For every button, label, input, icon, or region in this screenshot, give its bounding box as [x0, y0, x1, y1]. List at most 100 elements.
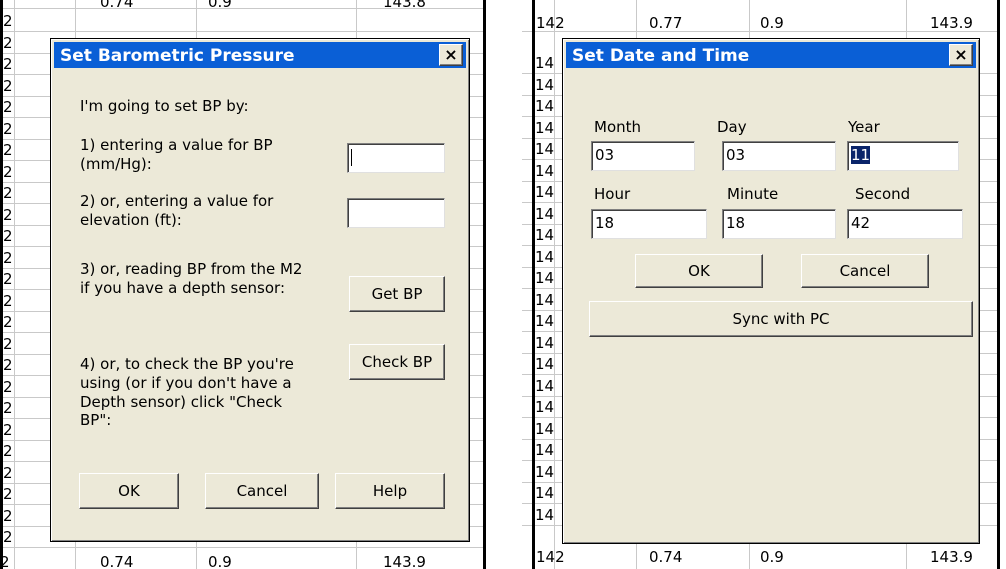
row-number-cell: 2: [3, 248, 13, 267]
row-number-cell: 14: [535, 226, 555, 244]
grid-line: [0, 547, 486, 548]
year-label: Year: [848, 118, 880, 136]
cancel-button[interactable]: Cancel: [801, 254, 929, 288]
row-number-cell: 2: [3, 442, 13, 460]
close-button[interactable]: ×: [949, 44, 973, 66]
cancel-button[interactable]: Cancel: [205, 473, 319, 509]
row-number-cell: 14: [535, 398, 555, 416]
row-number-cell: 14: [535, 376, 555, 395]
close-icon: ×: [954, 45, 968, 64]
row-number-cell: 14: [535, 269, 555, 287]
row-number-cell: 2: [3, 141, 13, 159]
month-input[interactable]: 03: [591, 141, 695, 171]
cell: 0.74: [100, 553, 134, 569]
left-spreadsheet-panel: 0.74 0.9 143.8 2 2 2 2 2 2 2 2 2 2 2 2 2 2 2 2 2 2 2 2 2 2 2 2 2…: [0, 0, 486, 569]
option4-label: BP":: [80, 411, 112, 429]
elevation-input[interactable]: [347, 198, 445, 228]
minute-label: Minute: [727, 185, 779, 203]
cell: 143.9: [930, 548, 973, 566]
row-number-cell: 2: [3, 184, 13, 202]
check-bp-button[interactable]: Check BP: [349, 344, 445, 380]
set-barometric-pressure-dialog: Set Barometric Pressure × I'm going to s…: [50, 38, 470, 542]
cell: 0.74: [649, 548, 683, 566]
row-number-cell: 2: [3, 485, 13, 503]
selected-text: 11: [851, 146, 871, 164]
cell: 143.9: [930, 14, 973, 32]
row-number-cell: 14: [535, 247, 555, 266]
option4-label: using (or if you don't have a: [80, 374, 292, 392]
row-number-cell: 14: [535, 312, 555, 330]
cell: 0.74: [100, 0, 134, 11]
row-number-cell: 2: [3, 506, 13, 525]
option4-label: Depth sensor) click "Check: [80, 393, 283, 411]
row-number-cell: 2: [3, 55, 13, 73]
dialog-titlebar[interactable]: Set Barometric Pressure ×: [54, 42, 466, 68]
row-number-cell: 2: [3, 162, 13, 181]
right-spreadsheet-panel: 142 0.77 0.9 143.9 14 14 14 14 14 14 14 14 14 14 1…: [522, 0, 1000, 569]
second-input[interactable]: 42: [847, 209, 963, 239]
row-number-cell: 2: [3, 377, 13, 396]
option3-label: 3) or, reading BP from the M2: [80, 260, 303, 278]
dialog-title: Set Barometric Pressure: [60, 46, 295, 66]
row-number-cell: 2: [3, 356, 13, 374]
row-number-cell: 14: [535, 140, 555, 158]
frame-edge: [532, 0, 535, 569]
row-number-cell: 2: [3, 227, 13, 245]
year-input[interactable]: 11: [847, 141, 959, 171]
row-number-cell: 2: [3, 270, 13, 288]
frame-edge: [483, 0, 486, 569]
frame-edge: [0, 0, 3, 569]
row-number-cell: 14: [535, 419, 555, 438]
row-number-cell: 14: [535, 97, 555, 115]
second-label: Second: [855, 185, 911, 203]
row-number-cell: 2: [3, 12, 13, 30]
help-button[interactable]: Help: [335, 473, 445, 509]
dialog-title: Set Date and Time: [572, 46, 750, 66]
row-number-cell: 2: [3, 313, 13, 331]
option1-label: (mm/Hg):: [80, 155, 152, 173]
close-icon: ×: [444, 45, 458, 64]
row-number-cell: 14: [535, 484, 555, 502]
row-number-cell: 14: [535, 462, 555, 481]
get-bp-button[interactable]: Get BP: [349, 276, 445, 312]
row-number-cell: 2: [3, 98, 13, 116]
sync-with-pc-button[interactable]: Sync with PC: [589, 301, 973, 337]
bp-value-input[interactable]: [347, 143, 445, 173]
row-number-cell: 2: [3, 291, 13, 310]
close-button[interactable]: ×: [439, 44, 463, 66]
row-number-cell: 2: [3, 119, 13, 138]
day-label: Day: [717, 118, 747, 136]
cell: 0.9: [760, 14, 784, 32]
grid-line: [554, 0, 555, 569]
row-number-cell: 2: [3, 33, 13, 52]
row-number-cell: 14: [535, 290, 555, 309]
row-number-cell: 14: [535, 118, 555, 137]
option2-label: 2) or, entering a value for: [80, 192, 274, 210]
ok-button[interactable]: OK: [635, 254, 763, 288]
month-label: Month: [594, 118, 642, 136]
row-number-cell: 2: [3, 205, 13, 224]
row-number-cell: 14: [535, 75, 555, 94]
row-number-cell: 14: [535, 505, 555, 524]
cell: 0.9: [208, 0, 232, 11]
ok-button[interactable]: OK: [79, 473, 179, 509]
row-number-cell: 14: [535, 204, 555, 223]
cell: 0.77: [649, 14, 683, 32]
hour-label: Hour: [594, 185, 631, 203]
option1-label: 1) entering a value for BP: [80, 136, 273, 154]
row-number-cell: 14: [535, 355, 555, 373]
cell: 143.8: [383, 0, 426, 11]
grid-line: [0, 31, 486, 32]
dialog-titlebar[interactable]: Set Date and Time ×: [566, 42, 976, 68]
cell: 0.9: [208, 553, 232, 569]
cell: 143.9: [383, 553, 426, 569]
row-number-cell: 2: [3, 334, 13, 353]
set-date-and-time-dialog: Set Date and Time × Month Day Year 03 03…: [562, 38, 980, 544]
minute-input[interactable]: 18: [722, 209, 836, 239]
hour-input[interactable]: 18: [591, 209, 707, 239]
grid-line: [14, 0, 15, 569]
row-number-cell: 14: [535, 183, 555, 201]
row-number-cell: 2: [3, 399, 13, 417]
cell: 0.9: [760, 548, 784, 566]
day-input[interactable]: 03: [722, 141, 836, 171]
